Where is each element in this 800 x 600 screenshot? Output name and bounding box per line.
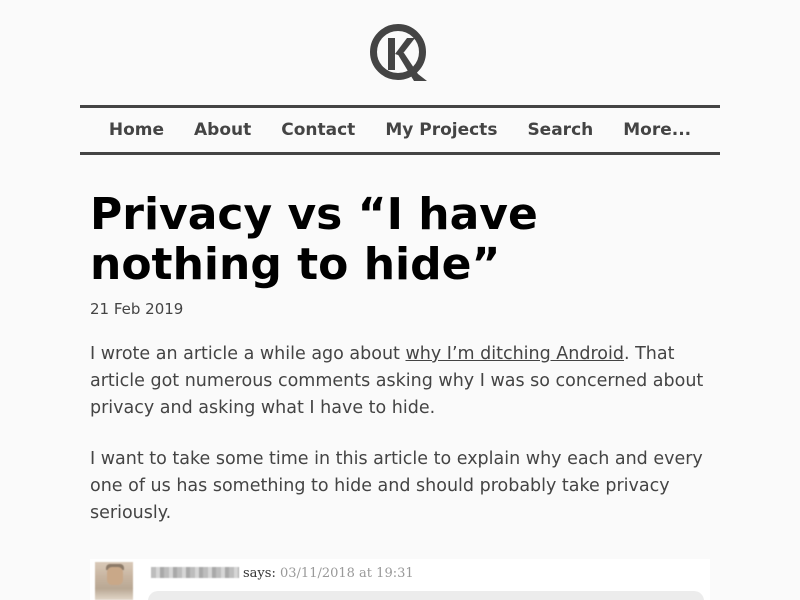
commenter-avatar — [95, 562, 133, 600]
site-logo[interactable] — [0, 24, 800, 84]
android-article-link[interactable]: why I’m ditching Android — [405, 344, 624, 364]
post-title: Privacy vs “I have nothing to hide” — [90, 189, 538, 290]
k-circle-logo-icon — [370, 24, 427, 81]
nav-home[interactable]: Home — [109, 120, 164, 140]
main-nav: Home About Contact My Projects Search Mo… — [80, 105, 720, 155]
nav-my-projects[interactable]: My Projects — [385, 120, 497, 140]
nav-contact[interactable]: Contact — [281, 120, 355, 140]
comment-screenshot: says: 03/11/2018 at 19:31 — [90, 559, 710, 600]
post-date: 21 Feb 2019 — [90, 300, 184, 318]
nav-search[interactable]: Search — [527, 120, 593, 140]
blog-post: Privacy vs “I have nothing to hide” 21 F… — [90, 189, 710, 524]
nav-more[interactable]: More... — [623, 120, 691, 140]
comment-says: says: — [243, 566, 276, 581]
post-paragraph-2: I want to take some time in this article… — [90, 449, 703, 523]
post-paragraph-1: I wrote an article a while ago about why… — [90, 341, 710, 422]
comment-body — [148, 591, 704, 600]
para1-text-before: I wrote an article a while ago about — [90, 344, 406, 364]
commenter-name-blurred — [151, 567, 239, 578]
nav-about[interactable]: About — [194, 120, 251, 140]
comment-timestamp: 03/11/2018 at 19:31 — [280, 566, 414, 581]
